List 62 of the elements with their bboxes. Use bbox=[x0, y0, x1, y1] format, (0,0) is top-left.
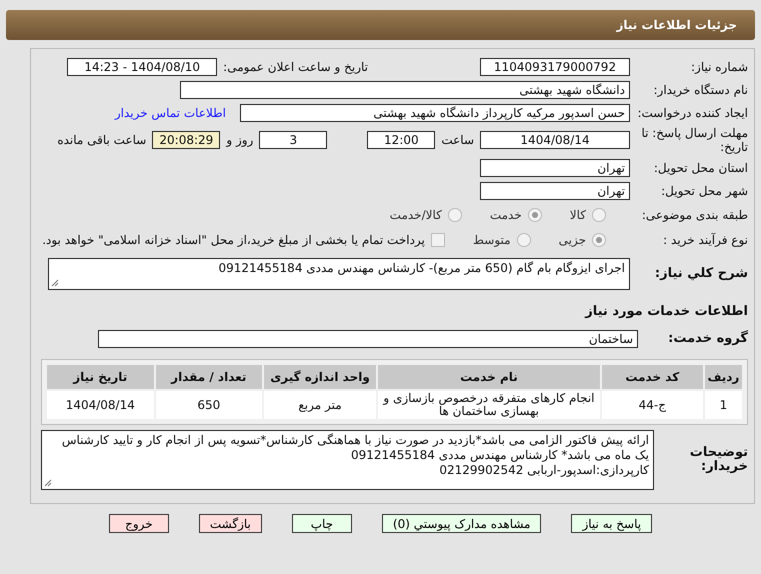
column-header: تاریخ نیاز bbox=[47, 365, 154, 389]
table-cell: انجام کارهای متفرقه درخصوص بازسازی و بهسازی ساختمان ها bbox=[378, 391, 600, 419]
field-label: شرح کلي نیاز: bbox=[654, 267, 748, 281]
section-heading: اطلاعات خدمات مورد نیاز bbox=[584, 303, 748, 321]
table-cell: 650 bbox=[156, 391, 262, 419]
field-label: تاریخ و ساعت اعلان عمومی: bbox=[223, 60, 368, 74]
field-label: مهلت ارسال پاسخ: تا تاریخ: bbox=[640, 126, 748, 154]
field-label: شهر محل تحویل: bbox=[660, 184, 748, 198]
field-label: ساعت bbox=[441, 133, 474, 147]
action-button[interactable]: خروج bbox=[108, 514, 169, 533]
column-header: واحد اندازه گیری bbox=[264, 365, 376, 389]
radio-button[interactable] bbox=[528, 208, 542, 222]
field-label: نوع فرآیند خرید : bbox=[662, 233, 748, 247]
radio-button[interactable] bbox=[516, 233, 531, 247]
column-header: ردیف bbox=[704, 365, 742, 389]
time-field[interactable]: 12:00 bbox=[367, 131, 436, 149]
text-field[interactable]: ساختمان bbox=[98, 330, 638, 348]
text-field[interactable]: تهران bbox=[480, 182, 630, 200]
column-header: کد خدمت bbox=[602, 365, 703, 389]
text-field[interactable]: دانشگاه شهید بهشتی bbox=[180, 80, 630, 98]
radio-button[interactable] bbox=[448, 208, 462, 222]
column-header: تعداد / مقدار bbox=[156, 365, 262, 389]
option-label: خدمت bbox=[490, 208, 522, 222]
field-label: گروه خدمت: bbox=[667, 332, 748, 346]
field-label: استان محل تحویل: bbox=[652, 160, 748, 174]
action-button[interactable]: مشاهده مدارک پیوستي (0) bbox=[382, 514, 542, 533]
checkbox-label: پرداخت تمام یا بخشی از مبلغ خرید،از محل "اسناد خزانه اسلامی" خواهد بود. bbox=[42, 233, 425, 247]
option-label: کالا/خدمت bbox=[390, 208, 442, 222]
field-label: شماره نیاز: bbox=[690, 60, 748, 74]
page-title: جزئیات اطلاعات نیاز bbox=[6, 10, 755, 40]
text-field[interactable]: حسن اسدپور مرکیه کارپرداز دانشگاه شهید بهشتی bbox=[240, 104, 630, 122]
remaining-time-field: 20:08:29 bbox=[152, 131, 220, 149]
option-label: کالا bbox=[570, 208, 586, 222]
summary-textarea[interactable]: اجرای ایزوگام بام گام (650 متر مربع)- کارشناس مهندس مددی 09121455184 bbox=[48, 258, 630, 290]
action-button[interactable]: پاسخ به نیاز bbox=[571, 514, 652, 533]
checkbox[interactable] bbox=[430, 233, 445, 247]
table-cell: 1404/08/14 bbox=[47, 391, 154, 419]
field-label: نام دستگاه خریدار: bbox=[652, 82, 748, 96]
table-cell: 1 bbox=[704, 391, 742, 419]
field-label: توضیحات خریدار: bbox=[688, 446, 748, 474]
column-header: نام خدمت bbox=[378, 365, 600, 389]
radio-button[interactable] bbox=[592, 233, 606, 247]
resize-grip-icon[interactable] bbox=[44, 479, 52, 487]
table-cell: متر مربع bbox=[264, 391, 376, 419]
days-field[interactable]: 3 bbox=[259, 131, 328, 149]
action-button[interactable]: چاپ bbox=[292, 514, 352, 533]
table-cell: ج-44 bbox=[602, 391, 703, 419]
option-label: متوسط bbox=[472, 233, 511, 247]
field-label: روز و bbox=[226, 133, 254, 147]
text-field[interactable]: 1104093179000792 bbox=[480, 58, 630, 76]
contact-link[interactable]: اطلاعات تماس خریدار bbox=[114, 106, 226, 120]
option-label: جزیی bbox=[558, 233, 586, 247]
text-field[interactable]: 1404/08/10 - 14:23 bbox=[67, 58, 218, 76]
action-button[interactable]: بازگشت bbox=[198, 514, 262, 533]
radio-button[interactable] bbox=[592, 208, 606, 222]
resize-grip-icon[interactable] bbox=[51, 279, 59, 287]
description-textarea[interactable]: ارائه پیش فاکتور الزامی می باشد*بازدید در صورت نیاز با هماهنگی کارشناس*تسویه پس از انجام کار و تایید کارشناس یک ماه می باشد* کارشناس مهندس مددی 09121455184 کارپردازی:اسدپور-اربابی 02129902542 bbox=[41, 430, 654, 490]
text-field[interactable]: تهران bbox=[480, 158, 630, 176]
field-label: ایجاد کننده درخواست: bbox=[636, 106, 748, 120]
field-label: ساعت باقی مانده bbox=[57, 133, 146, 147]
field-label: طبقه بندی موضوعی: bbox=[640, 208, 748, 222]
date-field[interactable]: 1404/08/14 bbox=[480, 131, 630, 149]
